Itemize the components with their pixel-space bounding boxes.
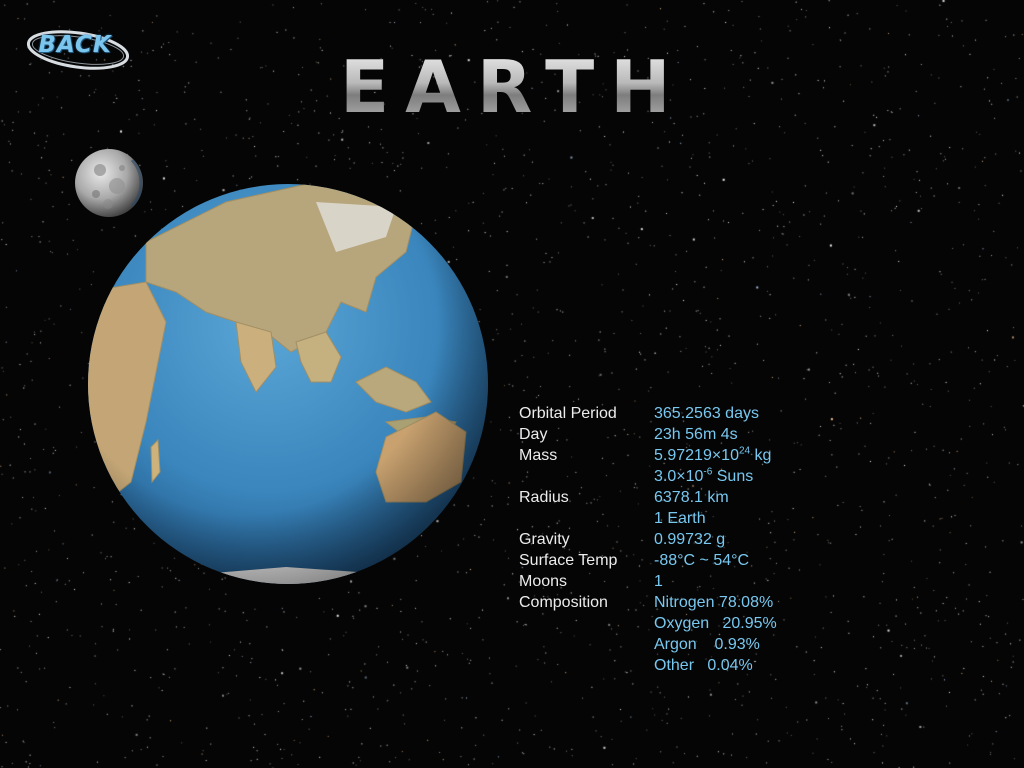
info-row-composition: Composition Nitrogen 78.08% (519, 592, 777, 613)
info-label (519, 613, 654, 634)
info-label: Radius (519, 489, 569, 506)
info-row-composition-oxygen: Oxygen 20.95% (519, 613, 777, 634)
info-label: Gravity (519, 531, 570, 548)
info-panel: Orbital Period 365.2563 days Day 23h 56m… (519, 403, 777, 676)
info-value: Other 0.04% (654, 657, 753, 674)
info-row-moons: Moons 1 (519, 571, 777, 592)
info-label (519, 655, 654, 676)
info-row-radius: Radius 6378.1 km (519, 487, 777, 508)
info-row-gravity: Gravity 0.99732 g (519, 529, 777, 550)
info-value: -88°C ~ 54°C (654, 552, 750, 569)
info-row-composition-argon: Argon 0.93% (519, 634, 777, 655)
back-label: BACK (38, 32, 112, 58)
info-row-orbital-period: Orbital Period 365.2563 days (519, 403, 777, 424)
info-label: Mass (519, 447, 558, 464)
info-label: Orbital Period (519, 405, 617, 422)
info-label (519, 634, 654, 655)
info-value: 5.97219×1024 kg (654, 445, 772, 464)
info-row-mass: Mass 5.97219×1024 kg (519, 445, 777, 466)
back-button[interactable]: BACK (22, 22, 134, 76)
info-value: Argon 0.93% (654, 636, 760, 653)
info-value: Oxygen 20.95% (654, 615, 777, 632)
earth-globe-icon (88, 184, 488, 584)
info-row-surface-temp: Surface Temp -88°C ~ 54°C (519, 550, 777, 571)
info-value: 0.99732 g (654, 531, 726, 548)
info-row-day: Day 23h 56m 4s (519, 424, 777, 445)
info-row-composition-other: Other 0.04% (519, 655, 777, 676)
info-row-radius-earth: 1 Earth (519, 508, 777, 529)
info-label (519, 466, 654, 487)
info-value: 3.0×10-6 Suns (654, 466, 754, 485)
info-label: Composition (519, 594, 608, 611)
info-value: 365.2563 days (654, 405, 759, 422)
info-label: Surface Temp (519, 552, 618, 569)
info-value: 6378.1 km (654, 489, 729, 506)
page-title: EARTH (340, 45, 687, 129)
info-label (519, 508, 654, 529)
info-label: Day (519, 426, 548, 443)
info-value: 1 (654, 573, 663, 590)
info-row-mass-suns: 3.0×10-6 Suns (519, 466, 777, 487)
info-value: Nitrogen 78.08% (654, 594, 774, 611)
info-value: 23h 56m 4s (654, 426, 738, 443)
info-label: Moons (519, 573, 568, 590)
info-value: 1 Earth (654, 510, 706, 527)
